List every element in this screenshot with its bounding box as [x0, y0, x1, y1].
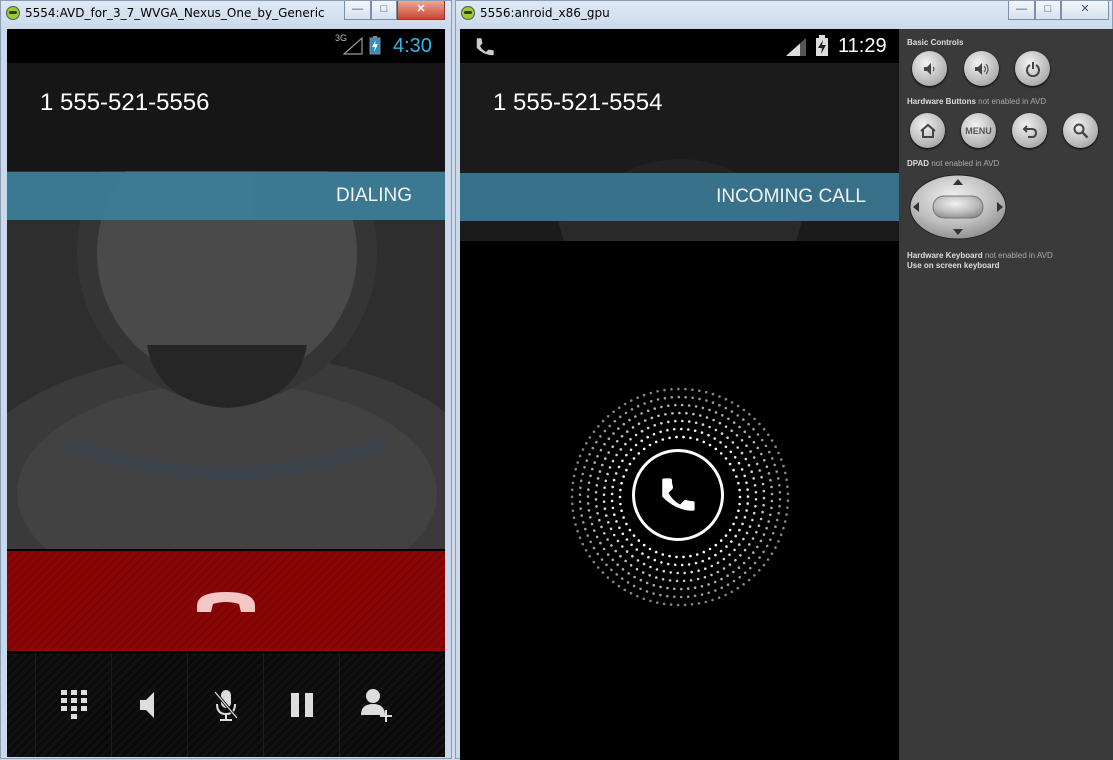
answer-phone-icon	[662, 478, 695, 511]
caller-info-area: 1 555-521-5554	[460, 63, 899, 241]
close-button[interactable]: ✕	[397, 1, 445, 20]
window-titlebar[interactable]: 5554:AVD_for_3_7_WVGA_Nexus_One_by_Gener…	[1, 1, 451, 27]
maximize-button[interactable]: □	[1035, 1, 1061, 20]
phone-notification-icon	[476, 38, 494, 56]
end-call-button[interactable]	[7, 551, 445, 651]
menu-label: MENU	[965, 125, 992, 136]
minimize-button[interactable]: —	[344, 1, 371, 20]
home-icon	[919, 123, 936, 138]
speaker-button[interactable]	[111, 653, 187, 757]
dialpad-icon	[60, 690, 87, 719]
call-state-label: DIALING	[335, 185, 412, 206]
status-bar: 3G 4:30	[7, 29, 445, 63]
call-state-label: INCOMING CALL	[716, 186, 866, 207]
window-titlebar[interactable]: 5556:anroid_x86_gpu — □ ✕	[456, 1, 1112, 27]
back-button[interactable]	[1012, 113, 1047, 148]
answer-handle[interactable]	[632, 449, 724, 541]
signal-icon	[343, 37, 363, 55]
close-button[interactable]: ✕	[1061, 1, 1109, 20]
dpad-graphic	[909, 174, 1007, 240]
hardware-keyboard-label: Hardware Keyboard not enabled in AVD	[907, 251, 1053, 260]
dialpad-button[interactable]	[35, 653, 111, 757]
dpad-label: DPAD not enabled in AVD	[907, 159, 1000, 168]
android-app-icon	[6, 6, 20, 20]
answer-call-widget[interactable]	[570, 387, 790, 607]
maximize-button[interactable]: □	[371, 1, 397, 20]
battery-icon	[369, 36, 381, 55]
minimize-button[interactable]: —	[1008, 1, 1035, 20]
power-button[interactable]	[1015, 51, 1050, 86]
emulator-window-5554: 5554:AVD_for_3_7_WVGA_Nexus_One_by_Gener…	[0, 0, 452, 759]
call-controls-bar	[7, 653, 445, 757]
power-icon	[1025, 61, 1040, 77]
menu-button[interactable]: MENU	[961, 113, 996, 148]
hold-button[interactable]	[263, 653, 339, 757]
volume-up-icon	[974, 62, 988, 75]
signal-icon	[786, 38, 806, 56]
volume-down-icon	[923, 62, 934, 75]
mute-button[interactable]	[187, 653, 263, 757]
phone-screen: 11:29 1 555-521-5554 INCOMING CALL	[460, 29, 899, 760]
battery-icon	[816, 35, 828, 56]
emulator-controls-panel: Basic Controls Hardware Buttons not enab…	[899, 29, 1113, 760]
mic-mute-icon	[213, 690, 238, 721]
hangup-phone-icon	[197, 592, 255, 612]
hardware-buttons-label: Hardware Buttons not enabled in AVD	[907, 97, 1047, 106]
caller-info-area: 1 555-521-5556	[7, 63, 445, 171]
pause-icon	[290, 693, 313, 717]
onscreen-keyboard-link[interactable]: Use on screen keyboard	[907, 261, 999, 270]
volume-up-button[interactable]	[964, 51, 999, 86]
status-time: 4:30	[393, 35, 432, 57]
volume-down-button[interactable]	[912, 51, 947, 86]
phone-number: 1 555-521-5554	[493, 89, 663, 116]
add-person-icon	[360, 689, 392, 722]
home-button[interactable]	[910, 113, 945, 148]
speaker-icon	[139, 692, 154, 718]
basic-controls-label: Basic Controls	[907, 38, 964, 47]
android-app-icon	[461, 6, 475, 20]
phone-number: 1 555-521-5556	[40, 89, 210, 116]
status-time: 11:29	[838, 35, 887, 57]
status-bar: 11:29	[460, 29, 899, 63]
window-title: 5554:AVD_for_3_7_WVGA_Nexus_One_by_Gener…	[25, 6, 325, 20]
call-state-banner: DIALING	[7, 172, 445, 220]
back-icon	[1022, 124, 1037, 138]
emulator-window-5556: 5556:anroid_x86_gpu — □ ✕ 11:29 1 555-52…	[455, 0, 1113, 760]
phone-screen: 3G 4:30 1 555-521-5556 DIALING	[7, 29, 445, 757]
dpad-control[interactable]	[909, 174, 1007, 240]
search-icon	[1073, 123, 1088, 138]
search-button[interactable]	[1063, 113, 1098, 148]
add-call-button[interactable]	[339, 653, 415, 757]
banner-shadow-strip	[460, 221, 899, 241]
call-state-banner: INCOMING CALL	[460, 173, 899, 221]
window-title: 5556:anroid_x86_gpu	[480, 6, 610, 20]
